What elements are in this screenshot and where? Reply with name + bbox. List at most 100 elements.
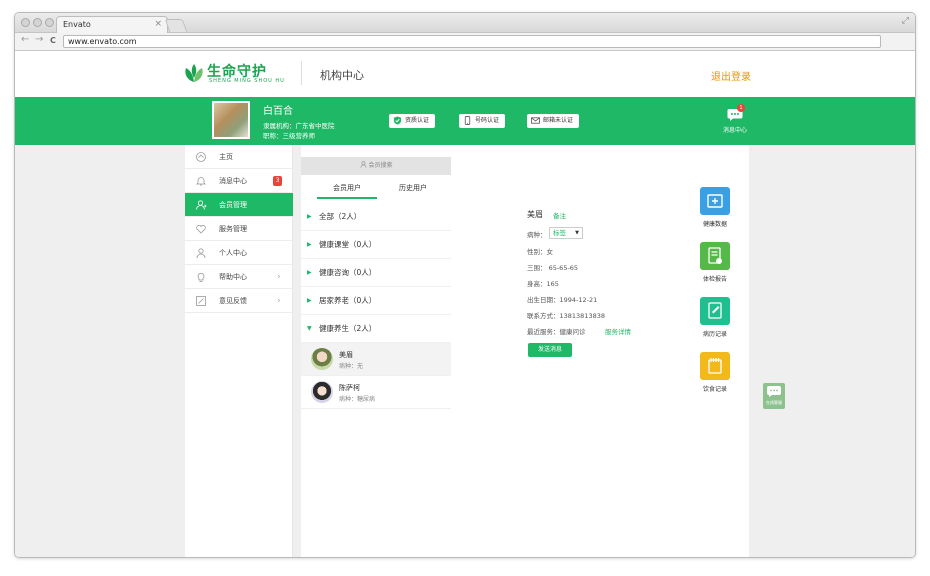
qualification-cert-button[interactable]: 资质认证 [389, 114, 436, 128]
member-icon [196, 200, 207, 210]
group-health-class[interactable]: ▶ 健康课堂（0人） [301, 231, 451, 259]
disease-tag-select[interactable]: 标签 ▼ [549, 227, 583, 239]
collapse-arrow-icon: ▼ [307, 325, 312, 332]
sidebar: 主页 消息中心 3 会员管理 服务管理 个人中心 帮助中心 › 意见反馈 › [185, 145, 293, 557]
member-disease: 病种：无 [339, 363, 364, 370]
group-all[interactable]: ▶ 全部（2人） [301, 203, 451, 231]
service-detail-link[interactable]: 服务详情 [605, 326, 631, 336]
detail-gender: 性别：女 [527, 248, 553, 256]
tab-member-users[interactable]: 会员用户 [317, 177, 377, 199]
new-tab-button[interactable] [164, 19, 188, 32]
send-message-button[interactable]: 发送消息 [528, 343, 572, 357]
online-service-label: 在线客服 [766, 400, 782, 405]
message-badge: 3 [273, 176, 282, 186]
chevron-right-icon: › [277, 272, 281, 282]
sidebar-item-label: 意见反馈 [219, 297, 247, 305]
bell-icon [196, 177, 206, 186]
member-list-panel: 会员搜索 + 会员用户 历史用户 ▶ 全部（2人） ▶ 健康课堂（0人） ▶ 健… [301, 145, 466, 557]
diet-record-label: 饮食记录 [702, 386, 727, 393]
group-label: 健康养生（2人） [319, 324, 377, 333]
member-name: 陈萨柯 [339, 384, 360, 392]
back-icon[interactable]: ← [21, 34, 29, 45]
close-window-button[interactable] [21, 18, 30, 27]
avatar [311, 381, 333, 403]
site-logo[interactable]: 生命守护 SHENG MING SHOU HU [183, 59, 293, 89]
user-search-icon [360, 161, 367, 168]
logo-subtitle: SHENG MING SHOU HU [209, 78, 285, 84]
zoom-window-button[interactable] [45, 18, 54, 27]
phone-icon [464, 116, 471, 125]
exam-report-button[interactable] [700, 242, 730, 270]
phone-cert-button[interactable]: 号码认证 [459, 114, 506, 128]
browser-window: Envato × ⤢ ← → C www.envato.com 生命守护 SHE… [14, 12, 916, 558]
member-detail-panel: 美眉 备注 病种： 标签 ▼ 性别：女 三围： 65-65-65 身高：165 … [451, 145, 749, 557]
sidebar-item-home[interactable]: 主页 [185, 145, 293, 169]
page: 生命守护 SHENG MING SHOU HU 机构中心 退出登录 白百合 隶属… [15, 51, 915, 557]
detail-contact: 联系方式：13813813838 [527, 312, 605, 320]
medical-record-button[interactable] [700, 297, 730, 325]
member-item[interactable]: 陈萨柯 病种：糖尿病 [301, 376, 451, 409]
shield-check-icon [393, 116, 402, 125]
group-label: 健康课堂（0人） [319, 240, 377, 249]
group-wellness[interactable]: ▼ 健康养生（2人） [301, 315, 451, 343]
user-icon [196, 248, 206, 259]
url-field[interactable]: www.envato.com [63, 35, 881, 48]
search-placeholder: 会员搜索 [368, 162, 393, 169]
health-data-button[interactable] [700, 187, 730, 215]
medical-record-label: 病历记录 [702, 331, 727, 338]
browser-tab[interactable]: Envato × [56, 16, 168, 33]
group-label: 居家养老（0人） [319, 296, 377, 305]
sidebar-item-services[interactable]: 服务管理 [185, 217, 293, 241]
detail-birthday: 出生日期：1994-12-21 [527, 296, 598, 304]
profile-banner: 白百合 隶属机构：广东省中医院 职称：三级营养师 资质认证 号码认证 邮箱未认证… [15, 97, 915, 145]
email-cert-button[interactable]: 邮箱未认证 [527, 114, 580, 128]
detail-recent-service: 最近服务：健康问诊 [527, 328, 586, 336]
minimize-window-button[interactable] [33, 18, 42, 27]
message-count-badge: 1 [737, 104, 745, 112]
sidebar-item-label: 帮助中心 [219, 273, 247, 281]
reload-icon[interactable]: C [50, 36, 56, 45]
cert-label: 号码认证 [475, 117, 500, 124]
detail-height: 身高：165 [527, 280, 559, 288]
fullscreen-icon[interactable]: ⤢ [902, 16, 909, 26]
sidebar-item-messages[interactable]: 消息中心 3 [185, 169, 293, 193]
group-label: 全部（2人） [319, 212, 362, 221]
tab-history-users[interactable]: 历史用户 [383, 177, 443, 199]
profile-position: 职称：三级营养师 [263, 132, 315, 140]
member-disease: 病种：糖尿病 [339, 396, 376, 403]
group-health-consult[interactable]: ▶ 健康咨询（0人） [301, 259, 451, 287]
sidebar-item-label: 消息中心 [219, 177, 247, 185]
diet-record-button[interactable] [700, 352, 730, 380]
message-center-button[interactable]: 1 消息中心 [717, 104, 753, 135]
member-item[interactable]: 美眉 病种：无 [301, 343, 451, 376]
medical-kit-icon [707, 194, 723, 208]
sidebar-item-members[interactable]: 会员管理 [185, 193, 293, 217]
group-home-care[interactable]: ▶ 居家养老（0人） [301, 287, 451, 315]
forward-icon[interactable]: → [35, 34, 43, 45]
profile-institution: 隶属机构：广东省中医院 [263, 122, 335, 130]
note-link[interactable]: 备注 [553, 210, 566, 220]
record-edit-icon [708, 302, 722, 319]
detail-measurements: 三围： 65-65-65 [527, 264, 579, 272]
sidebar-item-label: 个人中心 [219, 249, 247, 257]
expand-arrow-icon: ▶ [307, 241, 312, 248]
chat-icon [767, 386, 781, 397]
disease-tag-value: 标签 [553, 229, 566, 237]
sidebar-item-label: 服务管理 [219, 225, 247, 233]
profile-photo [212, 101, 250, 139]
logout-link[interactable]: 退出登录 [711, 68, 751, 83]
mail-icon [531, 117, 540, 124]
sidebar-item-personal[interactable]: 个人中心 [185, 241, 293, 265]
profile-name: 白百合 [263, 106, 293, 117]
member-search-input[interactable]: 会员搜索 [301, 157, 451, 175]
online-service-button[interactable]: 在线客服 [763, 383, 785, 409]
health-data-label: 健康数据 [702, 221, 727, 228]
diet-icon [708, 358, 722, 374]
sidebar-item-feedback[interactable]: 意见反馈 › [185, 289, 293, 313]
sidebar-item-help[interactable]: 帮助中心 › [185, 265, 293, 289]
detail-name: 美眉 [527, 210, 543, 219]
tab-title: Envato [63, 20, 91, 29]
home-icon [196, 152, 206, 162]
group-label: 健康咨询（0人） [319, 268, 377, 277]
tab-close-icon[interactable]: × [154, 17, 162, 32]
